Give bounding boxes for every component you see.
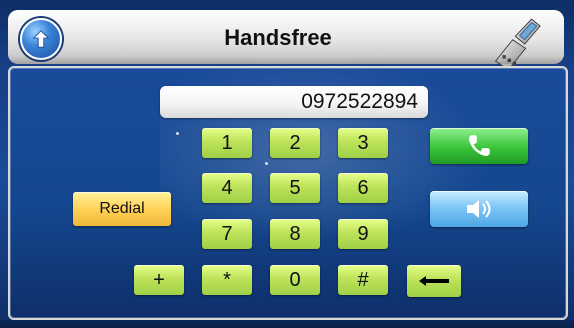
up-button[interactable] bbox=[20, 18, 62, 60]
bottom-bar bbox=[0, 320, 574, 328]
redial-button[interactable]: Redial bbox=[73, 192, 171, 226]
backspace-button[interactable] bbox=[407, 265, 461, 297]
key-5[interactable]: 5 bbox=[270, 173, 320, 203]
key-3[interactable]: 3 bbox=[338, 128, 388, 158]
backspace-arrow-icon bbox=[419, 276, 449, 286]
key-2[interactable]: 2 bbox=[270, 128, 320, 158]
header-bar: Handsfree bbox=[8, 10, 564, 80]
key-hash[interactable]: # bbox=[338, 265, 388, 295]
call-button[interactable] bbox=[430, 128, 528, 164]
key-star[interactable]: * bbox=[202, 265, 252, 295]
key-1[interactable]: 1 bbox=[202, 128, 252, 158]
key-8[interactable]: 8 bbox=[270, 219, 320, 249]
key-0[interactable]: 0 bbox=[270, 265, 320, 295]
phone-call-icon bbox=[468, 135, 490, 157]
key-7[interactable]: 7 bbox=[202, 219, 252, 249]
speakerphone-button[interactable] bbox=[430, 191, 528, 227]
sparkle-dot bbox=[265, 162, 268, 165]
key-plus[interactable]: + bbox=[134, 265, 184, 295]
handsfree-screen: Handsfree 0972522894 1 2 3 4 5 6 7 8 9 +… bbox=[0, 0, 574, 328]
page-title: Handsfree bbox=[224, 25, 332, 50]
key-9[interactable]: 9 bbox=[338, 219, 388, 249]
sparkle-dot bbox=[176, 132, 179, 135]
speaker-icon bbox=[467, 200, 491, 218]
arrow-up-icon bbox=[32, 30, 50, 48]
key-6[interactable]: 6 bbox=[338, 173, 388, 203]
key-4[interactable]: 4 bbox=[202, 173, 252, 203]
phone-number-display: 0972522894 bbox=[160, 86, 428, 118]
